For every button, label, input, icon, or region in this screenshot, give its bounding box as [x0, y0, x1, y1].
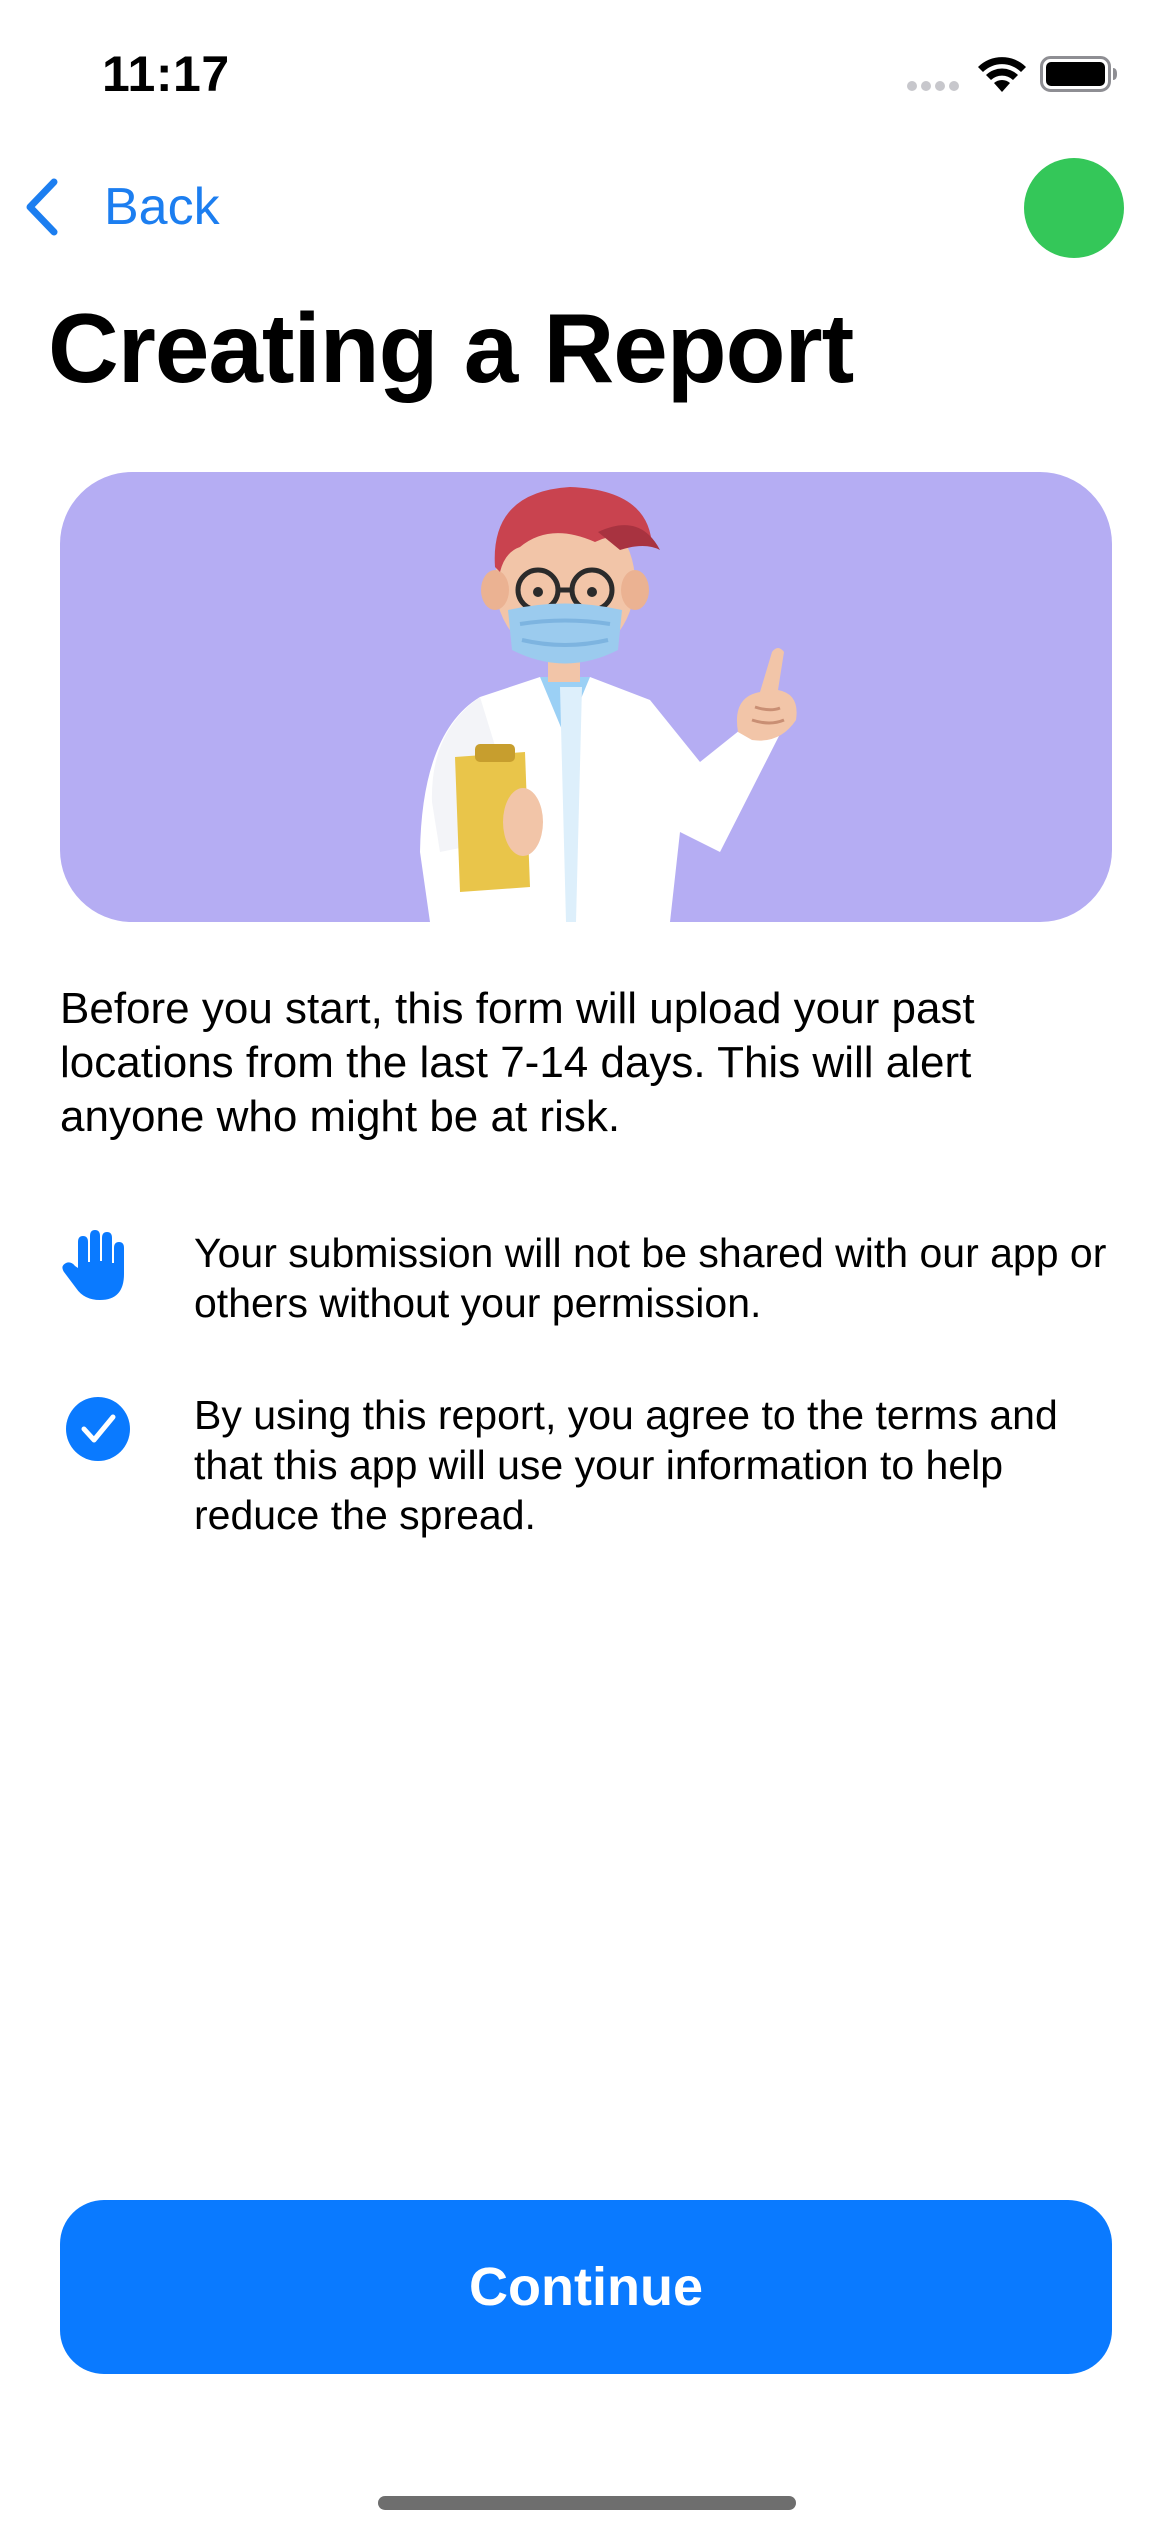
status-time: 11:17: [102, 46, 230, 102]
privacy-text: Your submission will not be shared with …: [194, 1230, 1107, 1326]
home-indicator[interactable]: [378, 2496, 796, 2510]
wifi-icon: [978, 57, 1026, 92]
continue-button[interactable]: Continue: [60, 2200, 1112, 2374]
hand-raised-icon: [62, 1230, 124, 1300]
back-button[interactable]: Back: [22, 172, 220, 242]
status-indicator-dot: [1024, 158, 1124, 258]
chevron-left-icon: [26, 178, 58, 236]
checkmark-circle-icon: [66, 1397, 130, 1461]
back-label: Back: [104, 178, 220, 236]
terms-text: By using this report, you agree to the t…: [194, 1392, 1058, 1538]
battery-icon: [1040, 56, 1117, 92]
cellular-signal-icon: [907, 81, 959, 91]
hero-card: [60, 472, 1112, 922]
page-title: Creating a Report: [48, 293, 854, 403]
doctor-illustration: [420, 487, 797, 922]
intro-text: Before you start, this form will upload …: [60, 984, 975, 1141]
